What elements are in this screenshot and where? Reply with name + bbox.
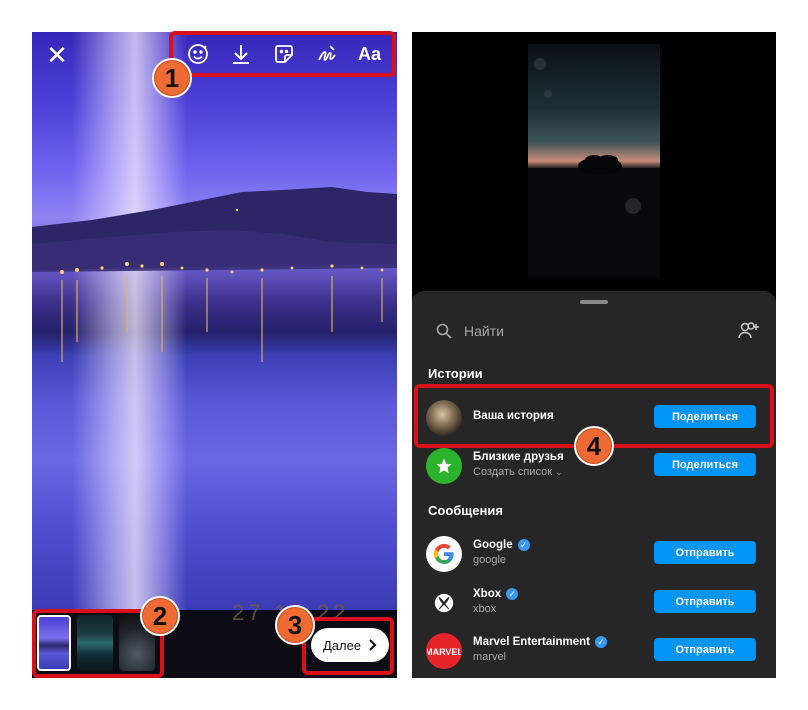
contact-row-xbox: Xbox ✓ xbox Отправить — [412, 580, 776, 626]
stories-section-title: Истории — [428, 366, 483, 381]
row-title: Xbox ✓ — [473, 588, 519, 600]
step-badge-2: 2 — [140, 596, 180, 636]
highlight-next-button — [302, 617, 394, 675]
row-title: Marvel Entertainment ✓ — [473, 636, 607, 648]
preview-image — [528, 44, 660, 278]
story-photo — [32, 32, 397, 610]
share-screen: Найти Истории Ваша история Поделиться Бл… — [412, 32, 776, 678]
close-friends-icon — [426, 448, 462, 484]
sheet-handle[interactable] — [580, 300, 608, 304]
share-sheet: Найти Истории Ваша история Поделиться Бл… — [412, 291, 776, 678]
marvel-wordmark: MARVEL — [427, 647, 461, 657]
create-list-link[interactable]: Создать список — [473, 466, 552, 478]
send-button[interactable]: Отправить — [654, 590, 756, 613]
send-button[interactable]: Отправить — [654, 638, 756, 661]
search-bar[interactable]: Найти — [412, 311, 776, 351]
step-badge-3: 3 — [275, 605, 315, 645]
share-button[interactable]: Поделиться — [654, 453, 756, 476]
lake-scene — [32, 187, 397, 362]
step-badge-4: 4 — [574, 426, 614, 466]
xbox-logo — [426, 585, 462, 621]
messages-section-title: Сообщения — [428, 503, 503, 518]
step-badge-1: 1 — [152, 58, 192, 98]
row-title: Google ✓ — [473, 539, 530, 551]
contact-row-google: Google ✓ google Отправить — [412, 531, 776, 577]
add-people-icon[interactable] — [738, 321, 760, 341]
marvel-logo: MARVEL — [426, 633, 462, 669]
contact-row-marvel: MARVEL Marvel Entertainment ✓ marvel Отп… — [412, 628, 776, 674]
chevron-down-icon: ⌄ — [555, 467, 563, 477]
row-title: Близкие друзья — [473, 451, 564, 463]
contact-name: Marvel Entertainment — [473, 636, 590, 648]
row-subtitle[interactable]: Создать список ⌄ — [473, 466, 563, 478]
story-preview — [528, 44, 660, 278]
google-logo — [426, 536, 462, 572]
row-subtitle: google — [473, 554, 507, 566]
search-icon — [436, 323, 452, 339]
row-subtitle: xbox — [473, 603, 497, 615]
story-editor: 27 12 22 ✕ Aa — [32, 32, 397, 678]
contact-name: Xbox — [473, 588, 502, 600]
close-icon[interactable]: ✕ — [44, 42, 70, 68]
verified-badge-icon: ✓ — [594, 636, 607, 648]
row-subtitle: marvel — [473, 651, 507, 663]
svg-text:MARVEL: MARVEL — [427, 647, 461, 657]
send-button[interactable]: Отправить — [654, 541, 756, 564]
contact-name: Google — [473, 539, 513, 551]
verified-badge-icon: ✓ — [517, 539, 530, 551]
highlight-toolbar — [169, 31, 396, 77]
verified-badge-icon: ✓ — [506, 588, 519, 600]
search-input[interactable]: Найти — [464, 323, 504, 339]
